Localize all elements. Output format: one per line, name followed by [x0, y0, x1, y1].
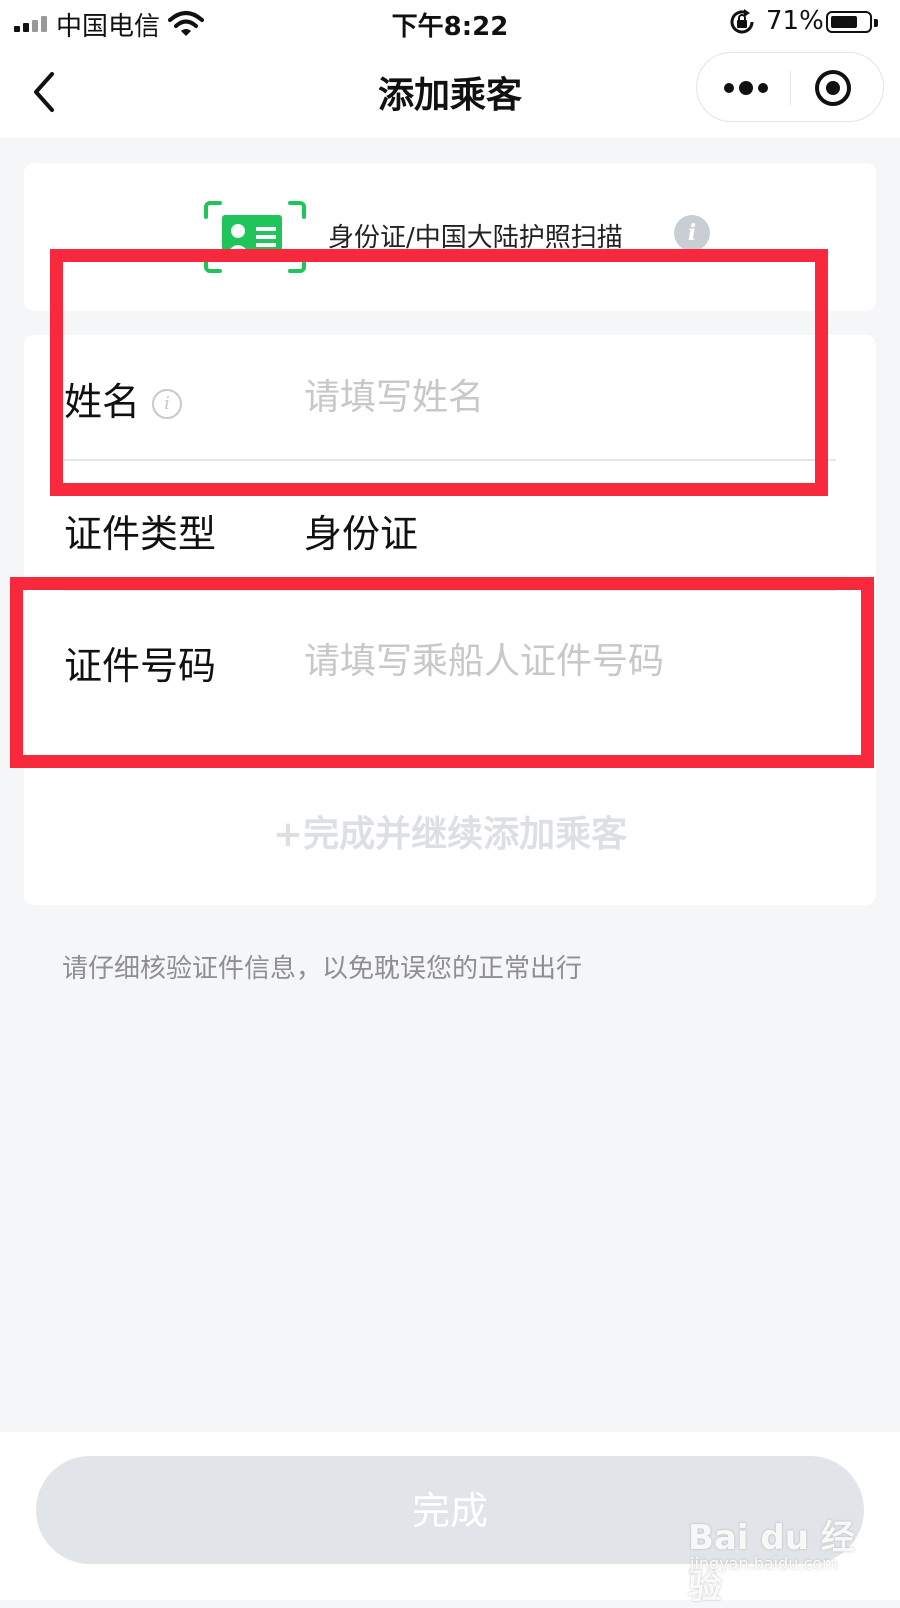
battery-icon [826, 11, 878, 33]
id-type-value[interactable]: 身份证 [304, 503, 418, 558]
id-type-label: 证件类型 [64, 512, 217, 556]
scan-info-icon[interactable]: i [674, 215, 710, 251]
nav-bar: 添加乘客 [0, 46, 900, 138]
status-bar: 中国电信 下午8:22 71% [0, 0, 900, 46]
battery-fill [831, 16, 857, 28]
mini-program-capsule [696, 52, 884, 122]
rotation-lock-icon [730, 9, 754, 34]
baidu-jingyan-watermark: Bai du 经验 jingyan.baidu.com [688, 1510, 888, 1607]
verification-hint: 请仔细核验证件信息，以免耽误您的正常出行 [62, 954, 583, 984]
status-time: 下午8:22 [391, 12, 509, 42]
target-icon[interactable] [813, 68, 853, 108]
capsule-divider [790, 71, 791, 105]
id-number-highlight-box [10, 577, 874, 768]
name-highlight-box [50, 249, 828, 496]
watermark-url: jingyan.baidu.com [690, 1554, 838, 1573]
add-more-passenger-button[interactable]: +完成并继续添加乘客 [24, 805, 876, 857]
more-icon[interactable] [723, 78, 769, 98]
battery-tip [874, 19, 878, 27]
battery-percent: 71% [766, 6, 824, 36]
